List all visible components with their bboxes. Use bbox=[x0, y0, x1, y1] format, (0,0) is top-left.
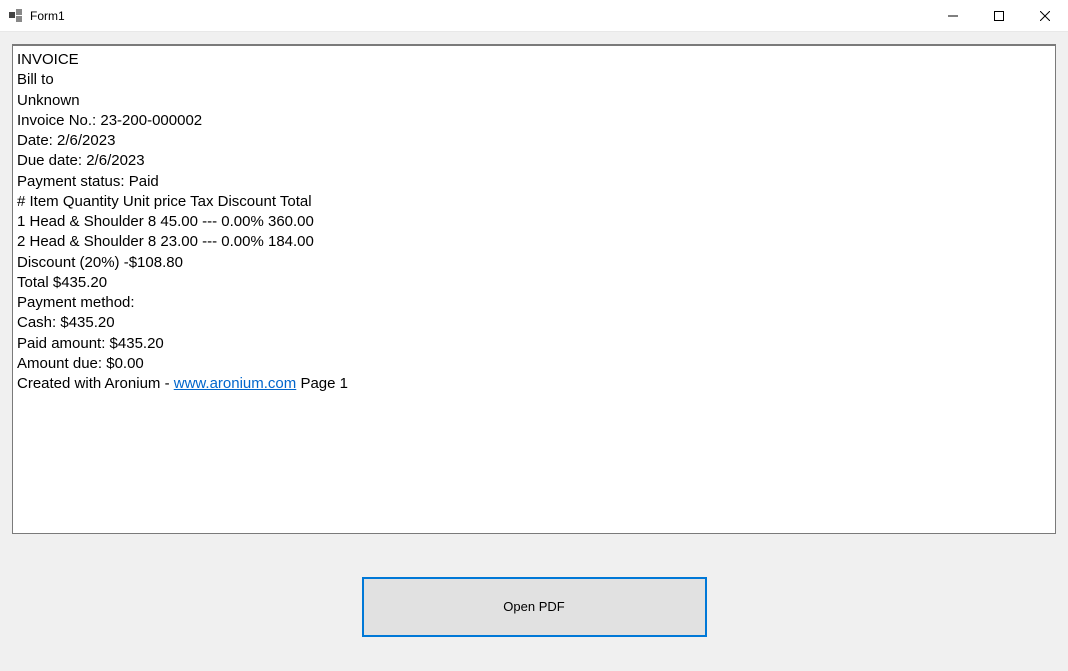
aronium-link[interactable]: www.aronium.com bbox=[174, 375, 297, 392]
total-line: Total $435.20 bbox=[17, 273, 1051, 293]
window-title: Form1 bbox=[30, 9, 930, 23]
invoice-date: Date: 2/6/2023 bbox=[17, 131, 1051, 151]
bill-to-label: Bill to bbox=[17, 70, 1051, 90]
payment-method: Payment method: bbox=[17, 293, 1051, 313]
payment-status: Payment status: Paid bbox=[17, 172, 1051, 192]
close-button[interactable] bbox=[1022, 0, 1068, 31]
paid-amount-line: Paid amount: $435.20 bbox=[17, 334, 1051, 354]
invoice-no: Invoice No.: 23-200-000002 bbox=[17, 111, 1051, 131]
client-area: INVOICE Bill to Unknown Invoice No.: 23-… bbox=[0, 32, 1068, 671]
invoice-due-date: Due date: 2/6/2023 bbox=[17, 151, 1051, 171]
open-pdf-button[interactable]: Open PDF bbox=[362, 577, 707, 637]
bill-to-name: Unknown bbox=[17, 91, 1051, 111]
button-area: Open PDF bbox=[12, 534, 1056, 659]
app-icon bbox=[8, 8, 24, 24]
app-window: Form1 INVOICE Bill to Unknown Invoice No… bbox=[0, 0, 1068, 671]
amount-due-line: Amount due: $0.00 bbox=[17, 354, 1051, 374]
table-row: 1 Head & Shoulder 8 45.00 --- 0.00% 360.… bbox=[17, 212, 1051, 232]
titlebar: Form1 bbox=[0, 0, 1068, 32]
maximize-button[interactable] bbox=[976, 0, 1022, 31]
minimize-button[interactable] bbox=[930, 0, 976, 31]
discount-line: Discount (20%) -$108.80 bbox=[17, 253, 1051, 273]
window-controls bbox=[930, 0, 1068, 31]
table-header: # Item Quantity Unit price Tax Discount … bbox=[17, 192, 1051, 212]
cash-line: Cash: $435.20 bbox=[17, 313, 1051, 333]
footer-line: Created with Aronium - www.aronium.com P… bbox=[17, 374, 1051, 394]
footer-suffix: Page 1 bbox=[296, 375, 348, 392]
footer-prefix: Created with Aronium - bbox=[17, 375, 174, 392]
invoice-text-box[interactable]: INVOICE Bill to Unknown Invoice No.: 23-… bbox=[12, 44, 1056, 534]
invoice-header: INVOICE bbox=[17, 50, 1051, 70]
table-row: 2 Head & Shoulder 8 23.00 --- 0.00% 184.… bbox=[17, 232, 1051, 252]
